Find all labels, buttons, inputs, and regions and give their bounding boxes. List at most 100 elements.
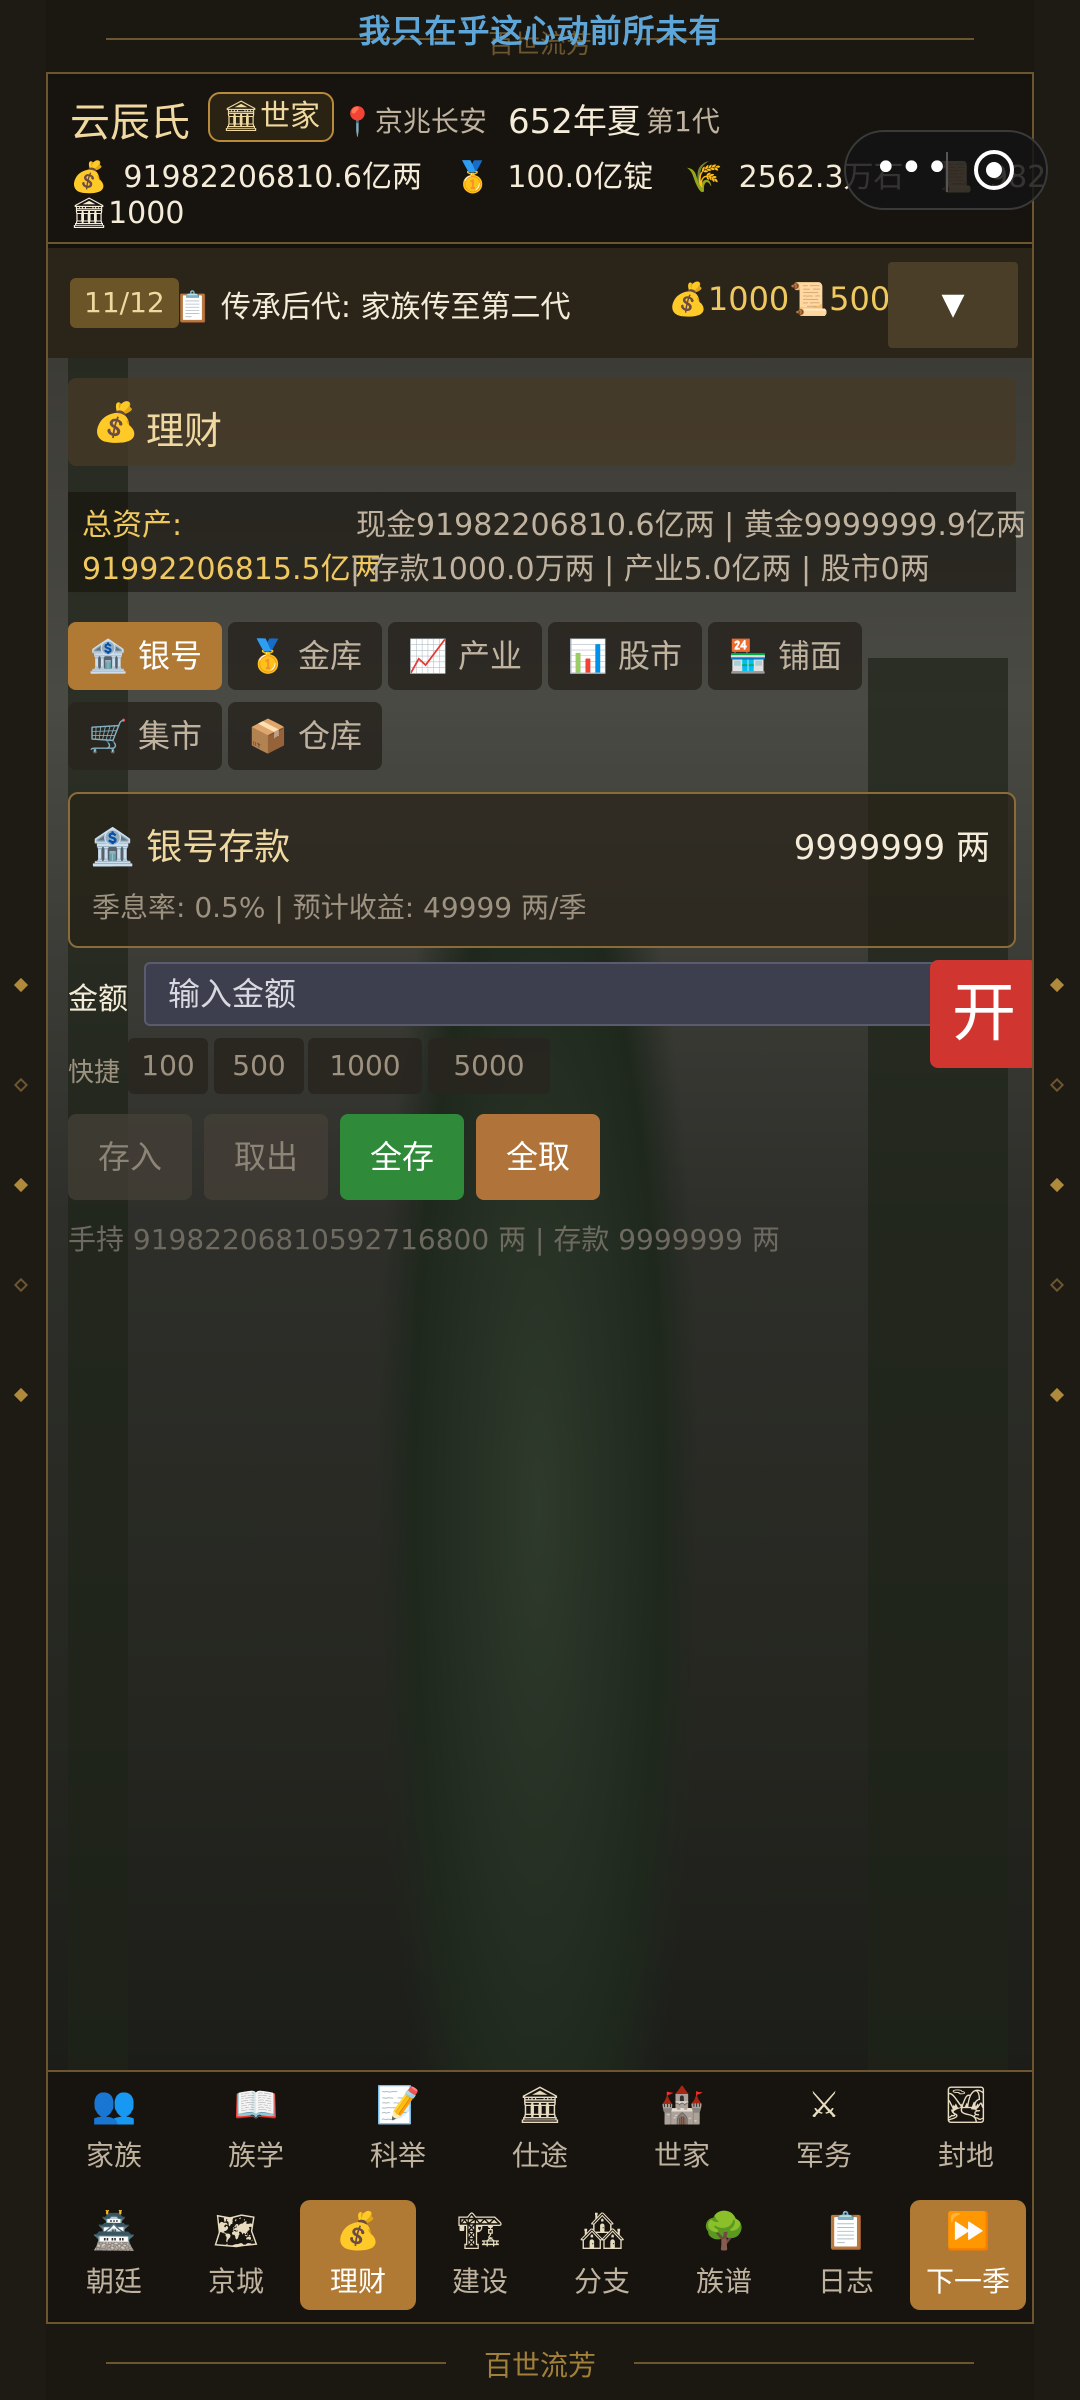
bank-deposit-amount: 9999999 两 <box>793 828 990 868</box>
bottom-navigation: 👥 家族 📖 族学 📝 科举 🏛 仕途 🏰 世家 ⚔ 军务 🏞 封地 🏯 朝廷 🗺 京城 💰 理财 … <box>48 2070 1032 2320</box>
reward-silver: 1000 <box>707 280 790 318</box>
amount-input[interactable]: 输入金额 <box>144 962 974 1026</box>
nav-military[interactable]: ⚔ 军务 <box>766 2074 882 2184</box>
panel-header: 💰 理财 <box>68 378 1016 466</box>
tab-label: 股市 <box>618 637 683 675</box>
reward-scroll: 500 <box>829 280 891 318</box>
silver-resource: 💰 91982206810.6亿两 <box>70 160 438 195</box>
fast-forward-icon: ⏩ <box>945 2211 991 2252</box>
package-icon: 📦 <box>248 717 288 755</box>
rank-badge[interactable]: 🏛世家 <box>208 92 335 142</box>
nav-construction[interactable]: 🏗 建设 <box>422 2200 538 2310</box>
nav-exam[interactable]: 📝 科举 <box>340 2074 456 2184</box>
nav-log[interactable]: 📋 日志 <box>788 2200 904 2310</box>
location: 📍京兆长安 <box>340 100 487 140</box>
tree-icon: 🌳 <box>701 2211 747 2252</box>
finance-panel: 💰 理财 总资产: 现金91982206810.6亿两 | 黄金9999999.… <box>48 358 1032 2070</box>
crane-icon: 🏗 <box>457 2211 503 2252</box>
shop-icon: 🏪 <box>728 637 768 675</box>
left-side-ornament <box>13 977 29 1403</box>
prestige-value: 1000 <box>108 196 185 231</box>
nav-label: 京城 <box>207 2265 264 2298</box>
withdraw-all-button[interactable]: 全取 <box>476 1114 600 1200</box>
nav-court[interactable]: 🏯 朝廷 <box>56 2200 172 2310</box>
bank-icon: 🏦 <box>90 827 135 868</box>
top-banner: 百世流芳 我只在乎这心动前所未有 <box>46 0 1034 74</box>
right-side-ornament <box>1049 977 1065 1403</box>
miniprogram-capsule: ••• <box>844 130 1048 210</box>
deposit-all-button[interactable]: 全存 <box>340 1114 464 1200</box>
quick-100-button[interactable]: 100 <box>128 1038 208 1094</box>
money-bag-icon: 💰 <box>92 400 140 444</box>
houses-icon: 🏘 <box>579 2211 625 2252</box>
institution-icon: 🏛 <box>222 99 261 134</box>
tab-warehouse[interactable]: 📦 仓库 <box>228 702 383 770</box>
amount-label: 金额 <box>68 982 128 1017</box>
deposit-button[interactable]: 存入 <box>68 1114 192 1200</box>
pagoda-icon: 🏯 <box>91 2211 137 2252</box>
silver-value: 91982206810.6亿两 <box>123 160 422 195</box>
nav-clan-school[interactable]: 📖 族学 <box>198 2074 314 2184</box>
nav-label: 封地 <box>937 2139 994 2172</box>
gold-resource: 🥇 100.0亿锭 <box>454 160 669 195</box>
scroll-icon: 📜 <box>789 280 830 318</box>
nav-label: 朝廷 <box>85 2265 142 2298</box>
medal-icon: 🥇 <box>248 637 288 675</box>
tab-vault[interactable]: 🥇 金库 <box>228 622 383 690</box>
nav-family[interactable]: 👥 家族 <box>56 2074 172 2184</box>
close-target-icon[interactable] <box>974 150 1014 190</box>
assets-total: 91992206815.5亿两 <box>82 552 381 587</box>
nav-branches[interactable]: 🏘 分支 <box>544 2200 660 2310</box>
money-bag-icon: 💰 <box>70 160 108 195</box>
nav-label: 军务 <box>795 2139 852 2172</box>
tab-market[interactable]: 🛒 集市 <box>68 702 223 770</box>
open-button[interactable]: 开 <box>930 960 1032 1068</box>
assets-detail-line2: | 存款1000.0万两 | 产业5.0亿两 | 股市0两 <box>350 552 930 587</box>
tab-label: 铺面 <box>778 637 843 675</box>
location-label: 京兆长安 <box>374 105 487 138</box>
withdraw-button[interactable]: 取出 <box>204 1114 328 1200</box>
grain-icon: 🌾 <box>685 160 723 195</box>
bank-deposit-card: 🏦 银号存款 9999999 两 季息率: 0.5% | 预计收益: 49999… <box>68 792 1016 948</box>
generation: 第1代 <box>646 105 720 138</box>
nav-label: 建设 <box>451 2265 508 2298</box>
money-bag-icon: 💰 <box>335 2211 381 2252</box>
chart-up-icon: 📈 <box>408 637 448 675</box>
quest-bar[interactable]: 11/12 📋 传承后代: 家族传至第二代 💰1000📜500 ▼ <box>48 248 1032 358</box>
total-assets: 总资产: 现金91982206810.6亿两 | 黄金9999999.9亿两 9… <box>68 492 1026 592</box>
tab-industry[interactable]: 📈 产业 <box>388 622 543 690</box>
next-season-button[interactable]: ⏩ 下一季 <box>910 2200 1026 2310</box>
nav-noble-house[interactable]: 🏰 世家 <box>624 2074 740 2184</box>
nav-finance[interactable]: 💰 理财 <box>300 2200 416 2310</box>
nav-fief[interactable]: 🏞 封地 <box>908 2074 1024 2184</box>
landscape-icon: 🏞 <box>943 2085 989 2126</box>
holdings-summary: 手持 91982206810592716800 两 | 存款 9999999 两 <box>68 1223 780 1256</box>
tab-label: 银号 <box>138 637 203 675</box>
panel-title: 理财 <box>146 409 223 453</box>
nav-capital[interactable]: 🗺 京城 <box>178 2200 294 2310</box>
quick-500-button[interactable]: 500 <box>214 1038 304 1094</box>
assets-label: 总资产: <box>82 508 183 543</box>
tab-bank[interactable]: 🏦 银号 <box>68 622 223 690</box>
medal-icon: 🥇 <box>453 160 492 195</box>
more-icon[interactable]: ••• <box>874 148 951 188</box>
quest-progress: 11/12 <box>70 278 179 328</box>
prestige-resource: 🏛1000 <box>70 196 184 231</box>
nav-career[interactable]: 🏛 仕途 <box>482 2074 598 2184</box>
gold-value: 100.0亿锭 <box>507 160 654 195</box>
nav-label: 日志 <box>817 2265 874 2298</box>
assets-detail-line1: 现金91982206810.6亿两 | 黄金9999999.9亿两 <box>356 508 1026 543</box>
money-bag-icon: 💰 <box>668 280 708 318</box>
book-icon: 📖 <box>233 2085 279 2126</box>
quick-1000-button[interactable]: 1000 <box>308 1038 422 1094</box>
nav-genealogy[interactable]: 🌳 族谱 <box>666 2200 782 2310</box>
nav-label: 族谱 <box>695 2265 752 2298</box>
quest-dropdown-button[interactable]: ▼ <box>888 262 1018 348</box>
institution-icon: 🏛 <box>517 2085 563 2126</box>
quest-description: 📋 传承后代: 家族传至第二代 <box>174 282 571 326</box>
quick-5000-button[interactable]: 5000 <box>428 1038 550 1094</box>
tab-shops[interactable]: 🏪 铺面 <box>708 622 863 690</box>
clan-name: 云辰氏 <box>70 100 190 146</box>
tab-stocks[interactable]: 📊 股市 <box>548 622 703 690</box>
bamboo-decoration <box>68 358 128 2070</box>
